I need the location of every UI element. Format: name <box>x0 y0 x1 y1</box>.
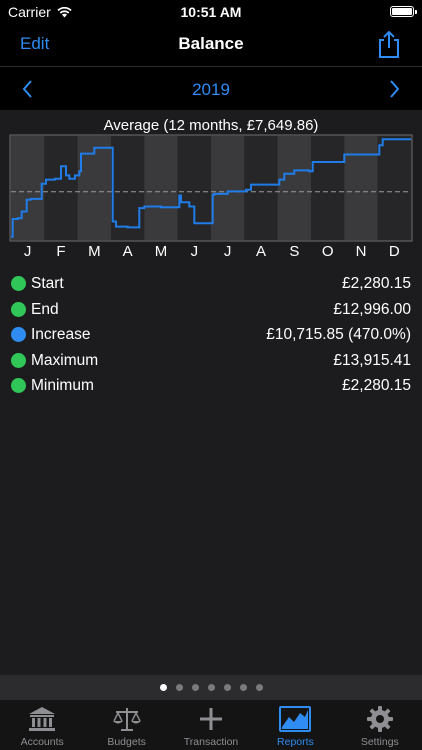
month-label: D <box>389 243 400 260</box>
stat-value: £13,915.41 <box>333 351 411 369</box>
stat-label: Increase <box>31 326 91 343</box>
month-label: J <box>24 243 32 260</box>
tab-reports[interactable]: Reports <box>253 700 337 750</box>
tab-bar: Accounts Budgets Transaction Reports Set… <box>0 699 422 750</box>
month-band <box>344 136 378 240</box>
status-bar: Carrier 10:51 AM <box>0 0 422 24</box>
tab-label: Settings <box>360 736 399 748</box>
month-labels: JFMAMJJASOND <box>24 243 400 260</box>
bank-icon <box>29 707 56 731</box>
stat-value: £12,996.00 <box>333 300 411 318</box>
page-dot[interactable] <box>159 683 167 691</box>
tab-label: Budgets <box>107 736 146 748</box>
month-label: O <box>322 243 334 260</box>
navigation-bar: Edit Balance <box>0 24 422 66</box>
month-band <box>11 136 45 240</box>
share-icon[interactable] <box>376 30 402 58</box>
month-band <box>277 136 311 240</box>
scales-icon <box>112 708 141 731</box>
status-dot <box>11 276 26 291</box>
stat-row-increase: Increase £10,715.85 (470.0%) <box>0 324 422 350</box>
page-indicator[interactable] <box>0 675 422 699</box>
month-bands <box>9 134 413 242</box>
month-label: J <box>224 243 232 260</box>
status-dot <box>11 301 26 317</box>
stat-value: £2,280.15 <box>342 377 411 394</box>
page-dot[interactable] <box>191 683 199 691</box>
page-title: Balance <box>178 34 244 53</box>
chevron-right-icon[interactable] <box>386 79 402 99</box>
status-dot <box>11 327 26 342</box>
status-time: 10:51 AM <box>180 4 242 20</box>
battery-icon <box>390 6 417 17</box>
tab-budgets[interactable]: Budgets <box>84 700 168 750</box>
month-band <box>244 136 278 240</box>
stat-row-maximum: Maximum £13,915.41 <box>0 350 422 376</box>
month-band <box>311 136 345 240</box>
tab-label: Reports <box>277 736 314 748</box>
tab-accounts[interactable]: Accounts <box>0 700 84 750</box>
gear-icon <box>366 706 393 732</box>
plus-icon <box>200 708 223 730</box>
month-band <box>177 136 211 240</box>
page-dot[interactable] <box>207 683 215 691</box>
tab-settings[interactable]: Settings <box>338 700 422 750</box>
stat-value: £2,280.15 <box>342 275 411 292</box>
month-label: S <box>289 243 299 260</box>
stat-label: Start <box>31 275 64 292</box>
page-dot[interactable] <box>255 683 263 691</box>
month-label: F <box>56 243 65 260</box>
balance-chart[interactable]: JFMAMJJASOND <box>0 132 422 262</box>
month-label: M <box>155 243 168 260</box>
month-label: J <box>191 243 199 260</box>
chart-icon <box>279 706 312 732</box>
page-dot[interactable] <box>175 683 183 691</box>
status-dot <box>11 352 26 368</box>
month-band <box>144 136 178 240</box>
stat-label: Maximum <box>31 351 99 369</box>
tab-transaction[interactable]: Transaction <box>169 700 253 750</box>
status-dot <box>11 378 26 393</box>
month-label: N <box>356 243 367 260</box>
stat-label: End <box>31 300 59 318</box>
month-band <box>377 136 411 240</box>
page-dot[interactable] <box>223 683 231 691</box>
year-selector: 2019 <box>0 66 422 110</box>
stat-row-end: End £12,996.00 <box>0 299 422 325</box>
month-label: M <box>88 243 101 260</box>
month-label: A <box>123 243 133 260</box>
year-label: 2019 <box>192 80 230 99</box>
month-label: A <box>256 243 266 260</box>
stat-value: £10,715.85 (470.0%) <box>266 326 411 343</box>
stat-row-minimum: Minimum £2,280.15 <box>0 375 422 401</box>
tab-label: Accounts <box>20 736 64 748</box>
page-dot[interactable] <box>239 683 247 691</box>
stat-row-start: Start £2,280.15 <box>0 273 422 299</box>
stat-label: Minimum <box>31 377 94 394</box>
month-band <box>211 136 245 240</box>
tab-label: Transaction <box>183 736 239 748</box>
stats-list: Start £2,280.15 End £12,996.00 Increase £10,7… <box>0 273 422 401</box>
month-band <box>44 136 78 240</box>
